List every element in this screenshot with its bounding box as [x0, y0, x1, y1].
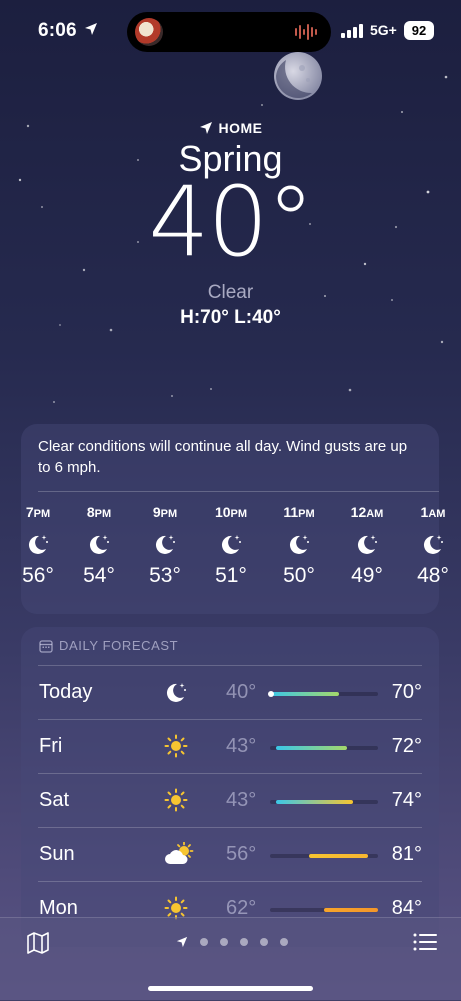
network-type: 5G+ [370, 22, 397, 38]
current-temperature: 40° [148, 166, 314, 278]
location-arrow-icon [85, 23, 97, 35]
page-dot[interactable] [200, 938, 208, 946]
moon-stars-icon [337, 532, 397, 556]
day-name: Sat [39, 789, 70, 811]
low-temperature: 43° [226, 789, 257, 811]
bottom-toolbar [0, 917, 461, 1001]
moon-stars-icon [135, 532, 195, 556]
temperature-range-fill [308, 854, 369, 858]
moon-stars-icon [69, 532, 129, 556]
map-icon[interactable] [26, 931, 50, 955]
location-arrow-icon [199, 122, 212, 134]
day-name: Sun [39, 843, 75, 865]
list-icon[interactable] [413, 932, 437, 952]
high-temperature: 81° [391, 843, 422, 865]
location-pager[interactable] [176, 936, 288, 948]
day-name: Fri [39, 735, 63, 757]
page-dot[interactable] [240, 938, 248, 946]
hour-temperature: 53° [149, 564, 181, 587]
hour-item: 12AM 49° [337, 504, 397, 588]
current-conditions: HOME Spring 40° Clear H:70° L:40° [0, 120, 461, 329]
hour-item: 11PM 50° [269, 504, 329, 588]
status-bar: 6:06 5G+ 92 [0, 0, 461, 60]
daily-row[interactable]: Fri 43° 72° [38, 719, 422, 774]
temperature-range-bar [270, 908, 378, 912]
forecast-summary: Clear conditions will continue all day. … [38, 438, 408, 476]
temperature-range-fill [276, 746, 347, 750]
hour-item: 1AM 48° [403, 504, 461, 588]
daily-row[interactable]: Today 40° 70° [38, 665, 422, 720]
high-temperature: 74° [391, 789, 422, 811]
hour-time: 1AM [420, 504, 446, 520]
hour-time: 10PM [214, 504, 248, 520]
daily-forecast-title: DAILY FORECAST [59, 638, 179, 653]
now-playing-artwork-icon [135, 18, 163, 46]
day-name: Today [39, 681, 93, 703]
location-arrow-icon [176, 936, 188, 948]
temperature-range-bar [270, 746, 378, 750]
moon-stars-icon [8, 532, 68, 556]
temperature-range-fill [324, 908, 378, 912]
hour-temperature: 56° [22, 564, 54, 587]
high-temperature: 70° [391, 681, 422, 703]
moon-icon [274, 52, 322, 100]
low-temperature: 56° [226, 843, 257, 865]
location-label: HOME [0, 120, 461, 136]
page-dot[interactable] [220, 938, 228, 946]
hour-temperature: 49° [351, 564, 383, 587]
temperature-range-fill [270, 692, 340, 696]
daily-forecast-card[interactable]: DAILY FORECAST Today 40° 70° Fri 43° 72° Sat 43… [21, 627, 439, 947]
hour-item: 7PM 56° [8, 504, 68, 588]
moon-stars-icon [201, 532, 261, 556]
hour-time: 7PM [25, 504, 51, 520]
hour-temperature: 50° [283, 564, 315, 587]
page-dot[interactable] [280, 938, 288, 946]
hour-temperature: 48° [417, 564, 449, 587]
low-temperature: 40° [226, 681, 257, 703]
daily-row[interactable]: Sun 56° 81° [38, 827, 422, 882]
sun-icon [164, 788, 188, 817]
condition-text: Clear [207, 282, 254, 303]
hour-time: 8PM [86, 504, 112, 520]
sun-icon [164, 734, 188, 763]
hour-item: 8PM 54° [69, 504, 129, 588]
calendar-icon [39, 639, 53, 653]
cellular-signal-icon [341, 24, 363, 38]
home-indicator[interactable] [148, 986, 313, 991]
partly-cloudy-icon [164, 841, 196, 871]
dynamic-island[interactable] [127, 12, 331, 52]
hour-item: 9PM 53° [135, 504, 195, 588]
moon-stars-icon [164, 680, 188, 709]
hour-time: 12AM [350, 504, 384, 520]
page-dot[interactable] [260, 938, 268, 946]
hour-temperature: 51° [215, 564, 247, 587]
low-temperature: 43° [226, 735, 257, 757]
temperature-range-bar [270, 800, 378, 804]
daily-forecast-header: DAILY FORECAST [39, 638, 178, 653]
hour-time: 11PM [283, 504, 315, 520]
temperature-range-bar [270, 854, 378, 858]
hourly-forecast-card[interactable]: Clear conditions will continue all day. … [21, 424, 449, 614]
divider [38, 491, 439, 492]
high-low-text: H:70° L:40° [180, 307, 281, 328]
hour-item: 10PM 51° [201, 504, 261, 588]
clock: 6:06 [38, 20, 77, 41]
battery-level: 92 [404, 21, 434, 40]
moon-stars-icon [269, 532, 329, 556]
hour-temperature: 54° [83, 564, 115, 587]
moon-stars-icon [403, 532, 461, 556]
temperature-range-bar [268, 691, 378, 697]
home-label: HOME [218, 120, 263, 136]
high-temperature: 72° [391, 735, 422, 757]
audio-waveform-icon [295, 24, 317, 40]
hour-time: 9PM [152, 504, 178, 520]
temperature-range-fill [276, 800, 354, 804]
daily-row[interactable]: Sat 43° 74° [38, 773, 422, 828]
current-temp-dot [268, 691, 274, 697]
